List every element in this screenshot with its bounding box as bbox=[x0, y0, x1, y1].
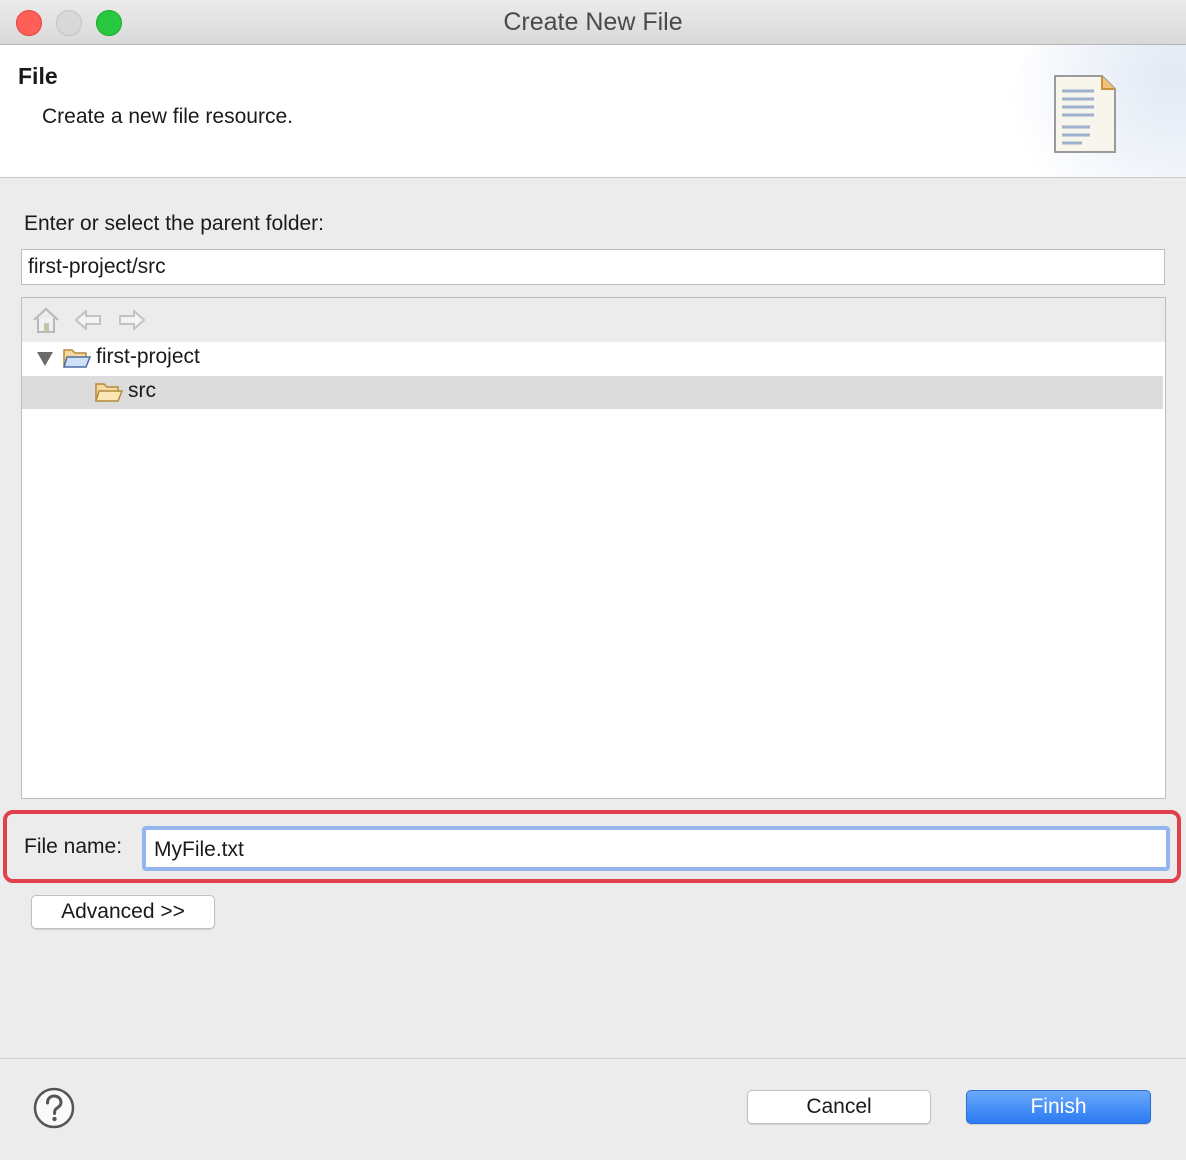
advanced-button[interactable]: Advanced >> bbox=[31, 895, 215, 929]
parent-folder-label: Enter or select the parent folder: bbox=[24, 212, 324, 235]
banner-title: File bbox=[18, 63, 58, 89]
window-title: Create New File bbox=[503, 8, 683, 36]
cancel-button[interactable]: Cancel bbox=[747, 1090, 931, 1124]
file-name-label: File name: bbox=[24, 835, 123, 858]
home-icon[interactable] bbox=[31, 306, 61, 334]
folder-tree[interactable]: first-project src bbox=[21, 297, 1166, 799]
file-name-input[interactable]: MyFile.txt bbox=[142, 826, 1170, 871]
open-folder-icon bbox=[94, 383, 124, 402]
title-bar: Create New File bbox=[0, 0, 1186, 45]
forward-arrow-icon[interactable] bbox=[117, 306, 147, 334]
banner-description: Create a new file resource. bbox=[42, 105, 293, 128]
tree-item-label: src bbox=[128, 379, 156, 402]
tree-item-first-project[interactable]: first-project bbox=[22, 342, 1163, 375]
parent-folder-input[interactable]: first-project/src bbox=[21, 249, 1165, 285]
back-arrow-icon[interactable] bbox=[73, 306, 103, 334]
finish-button[interactable]: Finish bbox=[966, 1090, 1151, 1124]
document-icon bbox=[1054, 75, 1116, 153]
tree-toolbar bbox=[22, 298, 1165, 342]
open-project-folder-icon bbox=[62, 349, 92, 368]
footer-divider bbox=[0, 1058, 1186, 1059]
tree-item-src[interactable]: src bbox=[22, 376, 1163, 409]
help-icon[interactable] bbox=[33, 1087, 75, 1129]
expand-triangle-icon[interactable] bbox=[36, 351, 54, 367]
tree-item-label: first-project bbox=[96, 345, 200, 368]
wizard-banner: File Create a new file resource. bbox=[0, 45, 1186, 178]
